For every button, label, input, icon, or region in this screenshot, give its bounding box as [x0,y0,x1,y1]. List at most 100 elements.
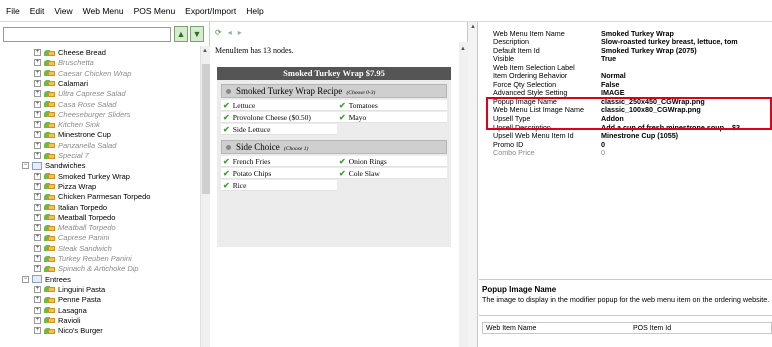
option-lettuce[interactable]: ✔ Lettuce [221,100,337,111]
property-value[interactable]: 0 [601,148,772,157]
expand-toggle-icon[interactable]: + [34,265,41,273]
tree-item[interactable]: + Panzanella Salad [34,141,116,150]
expand-toggle-icon[interactable]: + [34,213,41,221]
tree-search-input[interactable] [3,27,171,42]
tree-item[interactable]: + Cheese Bread [34,48,106,57]
property-row[interactable]: Upsell Description Add a cup of fresh min… [479,123,772,132]
expand-toggle-icon[interactable]: + [34,110,41,118]
tree-item[interactable]: + Casa Rose Salad [34,100,116,109]
property-row[interactable]: Default Item Id Smoked Turkey Wrap (2075) [479,46,772,55]
tree-item[interactable]: + Caprese Panini [34,233,109,242]
property-value[interactable]: True [601,54,772,63]
expand-toggle-icon[interactable]: + [34,121,41,129]
expand-toggle-icon[interactable]: + [34,172,41,180]
option-cole-slaw[interactable]: ✔ Cole Slaw [337,168,447,179]
tree-category[interactable]: − Entrees [22,275,71,284]
expand-toggle-icon[interactable]: + [34,152,41,159]
collapse-toggle-icon[interactable]: − [22,162,29,170]
tree-item[interactable]: + Italian Torpedo [34,203,107,212]
column-web-item-name[interactable]: Web Item Name [483,325,633,332]
option-tomatoes[interactable]: ✔ Tomatoes [337,100,447,111]
expand-toggle-icon[interactable]: + [34,224,41,232]
option-french-fries[interactable]: ✔ French Fries [221,156,337,167]
expand-toggle-icon[interactable]: + [34,141,41,149]
property-row[interactable]: Web Item Selection Label [479,63,772,72]
tree-item[interactable]: + Nico's Burger [34,326,103,335]
scroll-up-arrow-icon[interactable]: ▲ [202,48,208,54]
arrow-up-icon[interactable]: ▲ [174,26,188,42]
tree-item[interactable]: + Penne Pasta [34,295,101,304]
menu-web-menu[interactable]: Web Menu [83,6,124,16]
menu-help[interactable]: Help [246,6,263,16]
tree-item[interactable]: + Ultra Caprese Salad [34,89,126,98]
collapse-toggle-icon[interactable]: − [22,275,29,283]
refresh-icon[interactable]: ⟳ [215,28,222,37]
scroll-up-arrow-icon[interactable]: ▲ [460,46,466,52]
property-row[interactable]: Popup Image Name classic_250x450_CGWrap.p… [479,97,772,106]
expand-toggle-icon[interactable]: + [34,49,41,56]
property-row[interactable]: Promo ID 0 [479,140,772,149]
tree-item[interactable]: + Kitchen Sink [34,120,100,129]
tree-item[interactable]: + Turkey Reuben Panini [34,254,132,263]
tree-item[interactable]: + Steak Sandwich [34,244,112,253]
tree-item[interactable]: + Meatball Torpedo [34,223,116,232]
option-rice[interactable]: ✔ Rice [221,180,337,191]
expand-toggle-icon[interactable]: + [34,69,41,77]
option-onion-rings[interactable]: ✔ Onion Rings [337,156,447,167]
tree-item[interactable]: + Minestrone Cup [34,130,111,139]
expand-toggle-icon[interactable]: + [34,90,41,98]
expand-icon[interactable]: ▸ [238,28,242,37]
tree-category[interactable]: − Sandwiches [22,161,85,170]
expand-toggle-icon[interactable]: + [34,234,41,242]
collapse-icon[interactable]: ◂ [228,28,232,37]
menu-file[interactable]: File [6,6,20,16]
expand-toggle-icon[interactable]: + [34,285,41,293]
arrow-down-icon[interactable]: ▼ [190,26,204,42]
preview-scrollbar[interactable]: ▲ [459,42,468,347]
property-row[interactable]: Web Menu List Image Name classic_100x80_C… [479,105,772,114]
property-row[interactable]: Force Qty Selection False [479,80,772,89]
expand-toggle-icon[interactable]: + [34,306,41,314]
menu-pos-menu[interactable]: POS Menu [134,6,176,16]
option-potato-chips[interactable]: ✔ Potato Chips [221,168,337,179]
expand-toggle-icon[interactable]: + [34,59,41,67]
pane-splitter[interactable]: ▲ [468,22,478,347]
tree-item[interactable]: + Cheeseburger Sliders [34,110,131,119]
property-row[interactable]: Advanced Style Setting IMAGE [479,88,772,97]
menu-export-import[interactable]: Export/Import [185,6,236,16]
menu-view[interactable]: View [54,6,72,16]
expand-toggle-icon[interactable]: + [34,244,41,252]
tree-scrollbar[interactable]: ▲ [200,46,210,347]
expand-toggle-icon[interactable]: + [34,79,41,87]
option-provolone[interactable]: ✔ Provolone Cheese ($0.50) [221,112,337,123]
tree-item[interactable]: + Smoked Turkey Wrap [34,172,130,181]
tree-item[interactable]: + Pizza Wrap [34,182,96,191]
option-mayo[interactable]: ✔ Mayo [337,112,447,123]
expand-toggle-icon[interactable]: + [34,182,41,190]
menu-edit[interactable]: Edit [30,6,45,16]
tree-item[interactable]: + Lasagna [34,306,87,315]
option-side-lettuce[interactable]: ✔ Side Lettuce [221,124,337,135]
tree-item[interactable]: + Chicken Parmesan Torpedo [34,192,150,201]
tree-item[interactable]: + Spinach & Artichoke Dip [34,264,139,273]
property-row[interactable]: Visible True [479,54,772,63]
tree-item[interactable]: + Meatball Torpedo [34,213,115,222]
expand-toggle-icon[interactable]: + [34,193,41,201]
tree-item[interactable]: + Special 7 [34,151,89,160]
column-pos-item-id[interactable]: POS Item Id [633,325,671,332]
tree-item[interactable]: + Bruschetta [34,58,94,67]
property-row[interactable]: Upsell Web Menu Item Id Minestrone Cup (1… [479,131,772,140]
tree-scroll-thumb[interactable] [202,64,210,194]
property-row[interactable]: Upsell Type Addon [479,114,772,123]
expand-toggle-icon[interactable]: + [34,203,41,211]
property-row[interactable]: Description Slow-roasted turkey breast, l… [479,37,772,46]
property-row[interactable]: Web Menu Item Name Smoked Turkey Wrap [479,29,772,38]
tree-item[interactable]: + Linguini Pasta [34,285,105,294]
property-row[interactable]: Item Ordering Behavior Normal [479,71,772,80]
tree-item[interactable]: + Calamari [34,79,88,88]
expand-toggle-icon[interactable]: + [34,327,41,335]
tree-item[interactable]: + Ravioli [34,316,81,325]
property-row[interactable]: Combo Price 0 [479,148,772,157]
scroll-up-arrow-icon[interactable]: ▲ [470,24,476,30]
expand-toggle-icon[interactable]: + [34,296,41,304]
